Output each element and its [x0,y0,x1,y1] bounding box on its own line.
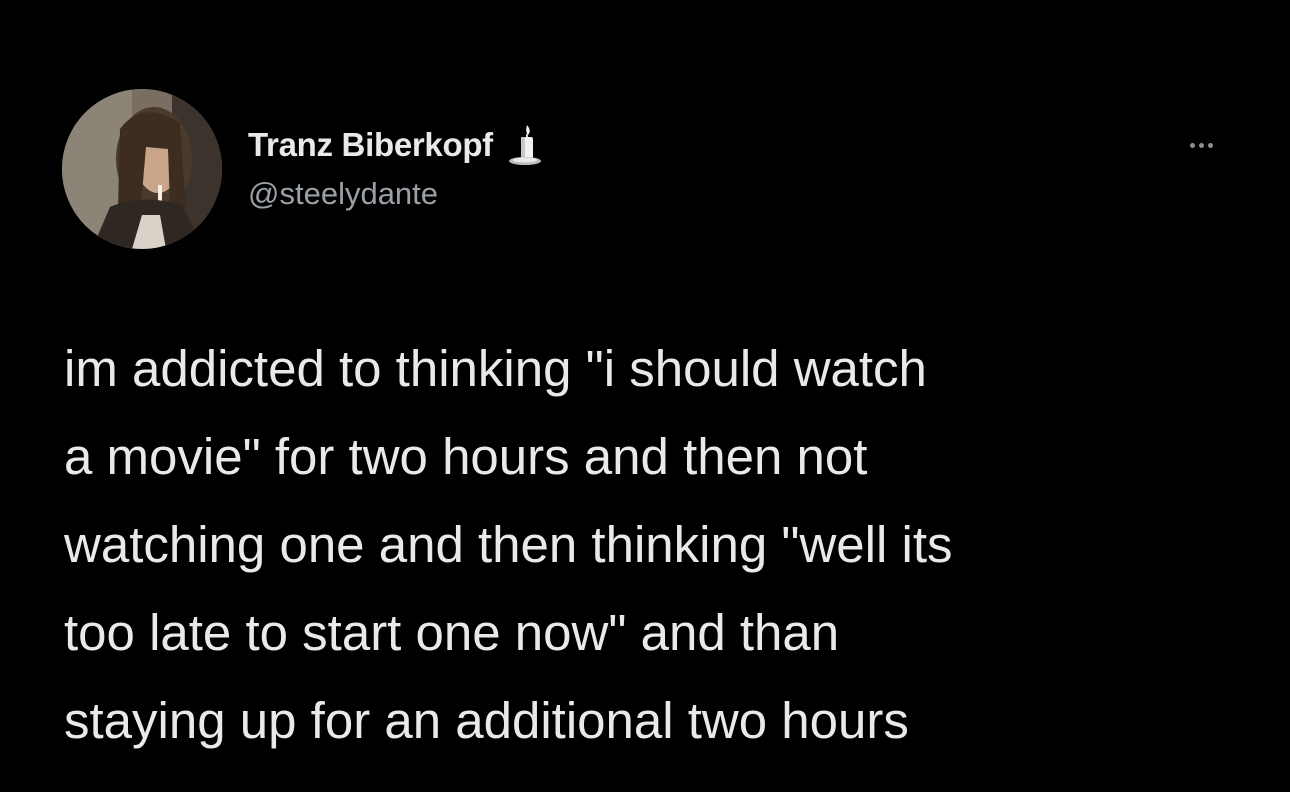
author-handle[interactable]: @steelydante [248,176,438,212]
author-name-row: Tranz Biberkopf [248,120,543,170]
tweet-text-line: im addicted to thinking "i should watch [64,340,927,397]
candle-icon [507,123,543,167]
tweet-text: im addicted to thinking "i should watch … [64,325,1264,765]
more-options-button[interactable] [1176,130,1226,160]
profile-photo-icon [62,89,222,249]
ellipsis-icon [1198,142,1204,148]
avatar[interactable] [62,89,222,249]
tweet-text-line: staying up for an additional two hours [64,692,909,749]
tweet: Tranz Biberkopf @steelydante im addicted… [0,0,1290,792]
ellipsis-icon [1189,142,1195,148]
tweet-text-line: a movie" for two hours and then not [64,428,868,485]
author-display-name[interactable]: Tranz Biberkopf [248,126,493,164]
tweet-text-line: too late to start one now" and than [64,604,840,661]
ellipsis-icon [1207,142,1213,148]
tweet-text-line: watching one and then thinking "well its [64,516,953,573]
